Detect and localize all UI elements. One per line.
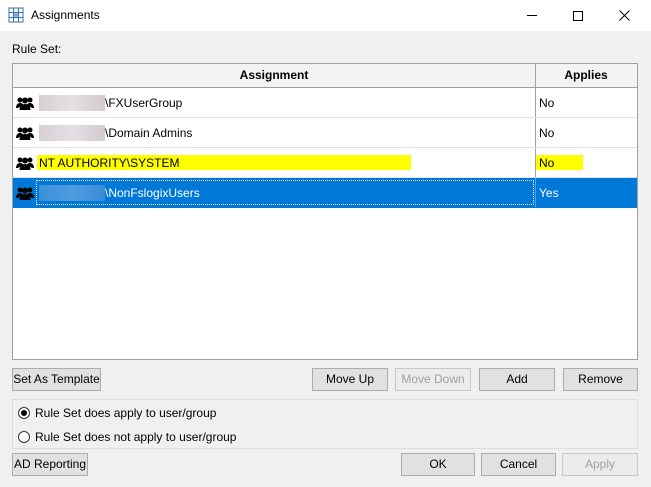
- table-row-selected[interactable]: \NonFslogixUsers Yes: [13, 178, 637, 208]
- applies-cell: No: [536, 148, 636, 177]
- applies-cell: No: [536, 88, 636, 117]
- radio-not-applies[interactable]: Rule Set does not apply to user/group: [18, 428, 236, 446]
- applies-value: Yes: [539, 186, 559, 200]
- table-row[interactable]: NT AUTHORITY\SYSTEM No: [13, 148, 637, 178]
- remove-button[interactable]: Remove: [563, 368, 638, 391]
- assignment-name: \Domain Admins: [105, 126, 193, 140]
- move-down-button[interactable]: Move Down: [395, 368, 471, 391]
- ad-reporting-button[interactable]: AD Reporting: [12, 453, 88, 476]
- redacted-domain: [39, 125, 105, 141]
- maximize-icon: [573, 10, 583, 21]
- assignment-name: \NonFslogixUsers: [105, 186, 200, 200]
- assignment-cell: NT AUTHORITY\SYSTEM: [13, 148, 536, 177]
- window-title: Assignments: [31, 8, 100, 22]
- ok-button[interactable]: OK: [401, 453, 475, 476]
- applies-cell: Yes: [536, 178, 636, 207]
- column-header-assignment[interactable]: Assignment: [13, 64, 536, 87]
- users-group-icon: [16, 127, 34, 140]
- rule-set-label: Rule Set:: [12, 42, 62, 56]
- minimize-button[interactable]: [509, 0, 555, 31]
- table-row[interactable]: \Domain Admins No: [13, 118, 637, 148]
- radio-applies-label: Rule Set does apply to user/group: [35, 406, 217, 420]
- app-icon: [8, 7, 24, 23]
- assignment-name: \FXUserGroup: [105, 96, 183, 110]
- redacted-domain: [39, 95, 105, 111]
- grid-header: Assignment Applies: [13, 64, 637, 88]
- users-group-icon: [16, 187, 34, 200]
- minimize-icon: [527, 15, 537, 16]
- set-as-template-button[interactable]: Set As Template: [12, 368, 101, 391]
- radio-checked-icon[interactable]: [18, 407, 30, 419]
- assignment-cell: \FXUserGroup: [13, 88, 536, 117]
- applies-value: No: [539, 96, 555, 110]
- add-button[interactable]: Add: [479, 368, 555, 391]
- assignment-cell: \Domain Admins: [13, 118, 536, 147]
- applies-radio-group: Rule Set does apply to user/group Rule S…: [12, 399, 638, 449]
- table-row[interactable]: \FXUserGroup No: [13, 88, 637, 118]
- column-header-applies[interactable]: Applies: [536, 64, 636, 87]
- close-button[interactable]: [601, 0, 647, 31]
- applies-cell: No: [536, 118, 636, 147]
- assignment-cell: \NonFslogixUsers: [13, 178, 536, 207]
- assignment-name: NT AUTHORITY\SYSTEM: [39, 156, 180, 170]
- radio-not-applies-label: Rule Set does not apply to user/group: [35, 430, 237, 444]
- radio-unchecked-icon[interactable]: [18, 431, 30, 443]
- users-group-icon: [16, 97, 34, 110]
- maximize-button[interactable]: [555, 0, 601, 31]
- close-icon: [618, 10, 630, 21]
- radio-applies[interactable]: Rule Set does apply to user/group: [18, 404, 216, 422]
- applies-value: No: [539, 126, 555, 140]
- cancel-button[interactable]: Cancel: [481, 453, 556, 476]
- assignments-grid[interactable]: Assignment Applies \FXUserGroup No \Doma…: [12, 63, 638, 360]
- title-bar: Assignments: [0, 0, 651, 31]
- applies-value: No: [539, 156, 555, 170]
- users-group-icon: [16, 157, 34, 170]
- move-up-button[interactable]: Move Up: [312, 368, 388, 391]
- apply-button[interactable]: Apply: [562, 453, 638, 476]
